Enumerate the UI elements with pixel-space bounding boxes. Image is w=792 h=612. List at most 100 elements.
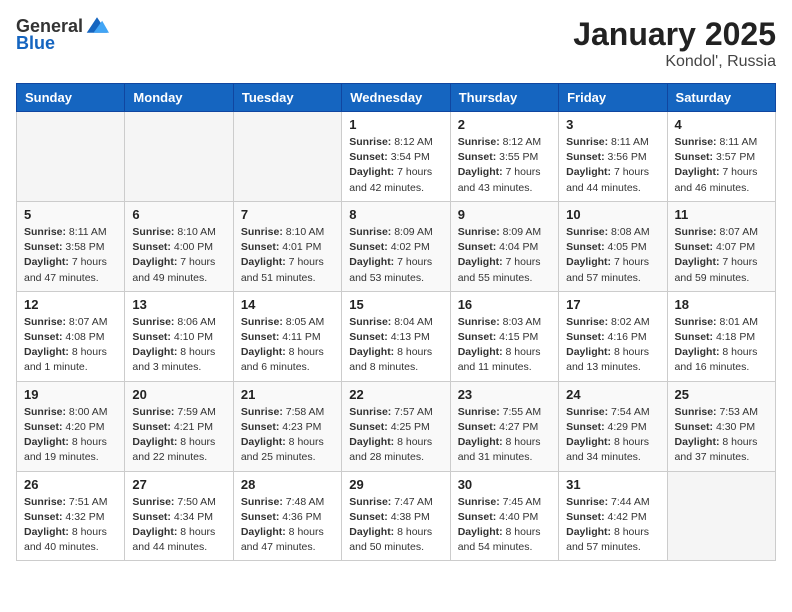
weekday-header-row: SundayMondayTuesdayWednesdayThursdayFrid…	[17, 84, 776, 112]
day-number: 25	[675, 387, 768, 402]
calendar-cell: 11Sunrise: 8:07 AMSunset: 4:07 PMDayligh…	[667, 201, 775, 291]
day-number: 23	[458, 387, 551, 402]
calendar-cell: 29Sunrise: 7:47 AMSunset: 4:38 PMDayligh…	[342, 471, 450, 561]
calendar-cell	[667, 471, 775, 561]
sunrise-line: Sunrise: 8:04 AM	[349, 315, 442, 330]
sunset-line: Sunset: 3:58 PM	[24, 240, 117, 255]
sunrise-line: Sunrise: 7:48 AM	[241, 495, 334, 510]
sunrise-line: Sunrise: 8:00 AM	[24, 405, 117, 420]
day-number: 21	[241, 387, 334, 402]
day-info: Sunrise: 7:48 AMSunset: 4:36 PMDaylight:…	[241, 495, 334, 556]
day-info: Sunrise: 7:45 AMSunset: 4:40 PMDaylight:…	[458, 495, 551, 556]
calendar-cell: 25Sunrise: 7:53 AMSunset: 4:30 PMDayligh…	[667, 381, 775, 471]
sunset-line: Sunset: 4:23 PM	[241, 420, 334, 435]
daylight-line: Daylight: 8 hours and 22 minutes.	[132, 435, 225, 465]
sunset-line: Sunset: 3:54 PM	[349, 150, 442, 165]
day-info: Sunrise: 8:12 AMSunset: 3:55 PMDaylight:…	[458, 135, 551, 196]
sunset-line: Sunset: 4:07 PM	[675, 240, 768, 255]
sunset-line: Sunset: 4:15 PM	[458, 330, 551, 345]
sunrise-line: Sunrise: 7:59 AM	[132, 405, 225, 420]
calendar-cell: 19Sunrise: 8:00 AMSunset: 4:20 PMDayligh…	[17, 381, 125, 471]
month-title: January 2025	[573, 16, 776, 53]
day-number: 28	[241, 477, 334, 492]
daylight-line: Daylight: 7 hours and 43 minutes.	[458, 165, 551, 195]
day-info: Sunrise: 8:09 AMSunset: 4:04 PMDaylight:…	[458, 225, 551, 286]
sunrise-line: Sunrise: 7:54 AM	[566, 405, 659, 420]
day-number: 16	[458, 297, 551, 312]
day-number: 10	[566, 207, 659, 222]
day-number: 15	[349, 297, 442, 312]
day-number: 13	[132, 297, 225, 312]
daylight-line: Daylight: 8 hours and 44 minutes.	[132, 525, 225, 555]
day-number: 11	[675, 207, 768, 222]
calendar-cell: 4Sunrise: 8:11 AMSunset: 3:57 PMDaylight…	[667, 112, 775, 202]
day-number: 3	[566, 117, 659, 132]
day-info: Sunrise: 7:57 AMSunset: 4:25 PMDaylight:…	[349, 405, 442, 466]
sunrise-line: Sunrise: 8:06 AM	[132, 315, 225, 330]
sunset-line: Sunset: 4:20 PM	[24, 420, 117, 435]
calendar-cell: 18Sunrise: 8:01 AMSunset: 4:18 PMDayligh…	[667, 291, 775, 381]
weekday-header-wednesday: Wednesday	[342, 84, 450, 112]
calendar-week-row: 26Sunrise: 7:51 AMSunset: 4:32 PMDayligh…	[17, 471, 776, 561]
calendar-cell: 22Sunrise: 7:57 AMSunset: 4:25 PMDayligh…	[342, 381, 450, 471]
day-info: Sunrise: 8:06 AMSunset: 4:10 PMDaylight:…	[132, 315, 225, 376]
day-number: 7	[241, 207, 334, 222]
sunrise-line: Sunrise: 7:44 AM	[566, 495, 659, 510]
sunset-line: Sunset: 4:08 PM	[24, 330, 117, 345]
calendar-cell: 24Sunrise: 7:54 AMSunset: 4:29 PMDayligh…	[559, 381, 667, 471]
sunrise-line: Sunrise: 8:11 AM	[24, 225, 117, 240]
day-number: 8	[349, 207, 442, 222]
day-number: 2	[458, 117, 551, 132]
calendar-cell: 23Sunrise: 7:55 AMSunset: 4:27 PMDayligh…	[450, 381, 558, 471]
sunrise-line: Sunrise: 7:55 AM	[458, 405, 551, 420]
weekday-header-tuesday: Tuesday	[233, 84, 341, 112]
sunset-line: Sunset: 4:34 PM	[132, 510, 225, 525]
sunset-line: Sunset: 4:16 PM	[566, 330, 659, 345]
sunrise-line: Sunrise: 8:03 AM	[458, 315, 551, 330]
sunset-line: Sunset: 4:01 PM	[241, 240, 334, 255]
calendar-cell: 3 Sunrise: 8:11 AMSunset: 3:56 PMDaylight…	[559, 112, 667, 202]
day-info: Sunrise: 7:50 AMSunset: 4:34 PMDaylight:…	[132, 495, 225, 556]
daylight-line: Daylight: 8 hours and 6 minutes.	[241, 345, 334, 375]
daylight-line: Daylight: 8 hours and 50 minutes.	[349, 525, 442, 555]
daylight-line: Daylight: 7 hours and 49 minutes.	[132, 255, 225, 285]
calendar-cell: 26Sunrise: 7:51 AMSunset: 4:32 PMDayligh…	[17, 471, 125, 561]
day-number: 5	[24, 207, 117, 222]
weekday-header-thursday: Thursday	[450, 84, 558, 112]
calendar-cell: 31Sunrise: 7:44 AMSunset: 4:42 PMDayligh…	[559, 471, 667, 561]
sunset-line: Sunset: 4:40 PM	[458, 510, 551, 525]
daylight-line: Daylight: 8 hours and 34 minutes.	[566, 435, 659, 465]
daylight-line: Daylight: 8 hours and 1 minute.	[24, 345, 117, 375]
day-info: Sunrise: 8:05 AMSunset: 4:11 PMDaylight:…	[241, 315, 334, 376]
calendar-cell: 20Sunrise: 7:59 AMSunset: 4:21 PMDayligh…	[125, 381, 233, 471]
weekday-header-saturday: Saturday	[667, 84, 775, 112]
calendar-cell: 16Sunrise: 8:03 AMSunset: 4:15 PMDayligh…	[450, 291, 558, 381]
day-info: Sunrise: 8:12 AMSunset: 3:54 PMDaylight:…	[349, 135, 442, 196]
day-number: 18	[675, 297, 768, 312]
page-header: General Blue January 2025 Kondol', Russi…	[16, 16, 776, 71]
day-number: 26	[24, 477, 117, 492]
sunset-line: Sunset: 3:55 PM	[458, 150, 551, 165]
calendar-week-row: 19Sunrise: 8:00 AMSunset: 4:20 PMDayligh…	[17, 381, 776, 471]
sunrise-line: Sunrise: 8:09 AM	[458, 225, 551, 240]
sunset-line: Sunset: 4:04 PM	[458, 240, 551, 255]
sunset-line: Sunset: 4:10 PM	[132, 330, 225, 345]
day-info: Sunrise: 8:09 AMSunset: 4:02 PMDaylight:…	[349, 225, 442, 286]
sunset-line: Sunset: 4:13 PM	[349, 330, 442, 345]
sunset-line: Sunset: 4:32 PM	[24, 510, 117, 525]
day-info: Sunrise: 7:58 AMSunset: 4:23 PMDaylight:…	[241, 405, 334, 466]
daylight-line: Daylight: 7 hours and 44 minutes.	[566, 165, 659, 195]
daylight-line: Daylight: 7 hours and 55 minutes.	[458, 255, 551, 285]
logo-blue: Blue	[16, 33, 55, 54]
sunset-line: Sunset: 4:18 PM	[675, 330, 768, 345]
day-info: Sunrise: 8:11 AMSunset: 3:56 PMDaylight:…	[566, 135, 659, 196]
day-number: 14	[241, 297, 334, 312]
sunrise-line: Sunrise: 8:01 AM	[675, 315, 768, 330]
sunrise-line: Sunrise: 8:08 AM	[566, 225, 659, 240]
sunset-line: Sunset: 4:11 PM	[241, 330, 334, 345]
daylight-line: Daylight: 8 hours and 47 minutes.	[241, 525, 334, 555]
daylight-line: Daylight: 7 hours and 46 minutes.	[675, 165, 768, 195]
calendar-cell: 2 Sunrise: 8:12 AMSunset: 3:55 PMDaylight…	[450, 112, 558, 202]
day-number: 4	[675, 117, 768, 132]
daylight-line: Daylight: 7 hours and 51 minutes.	[241, 255, 334, 285]
